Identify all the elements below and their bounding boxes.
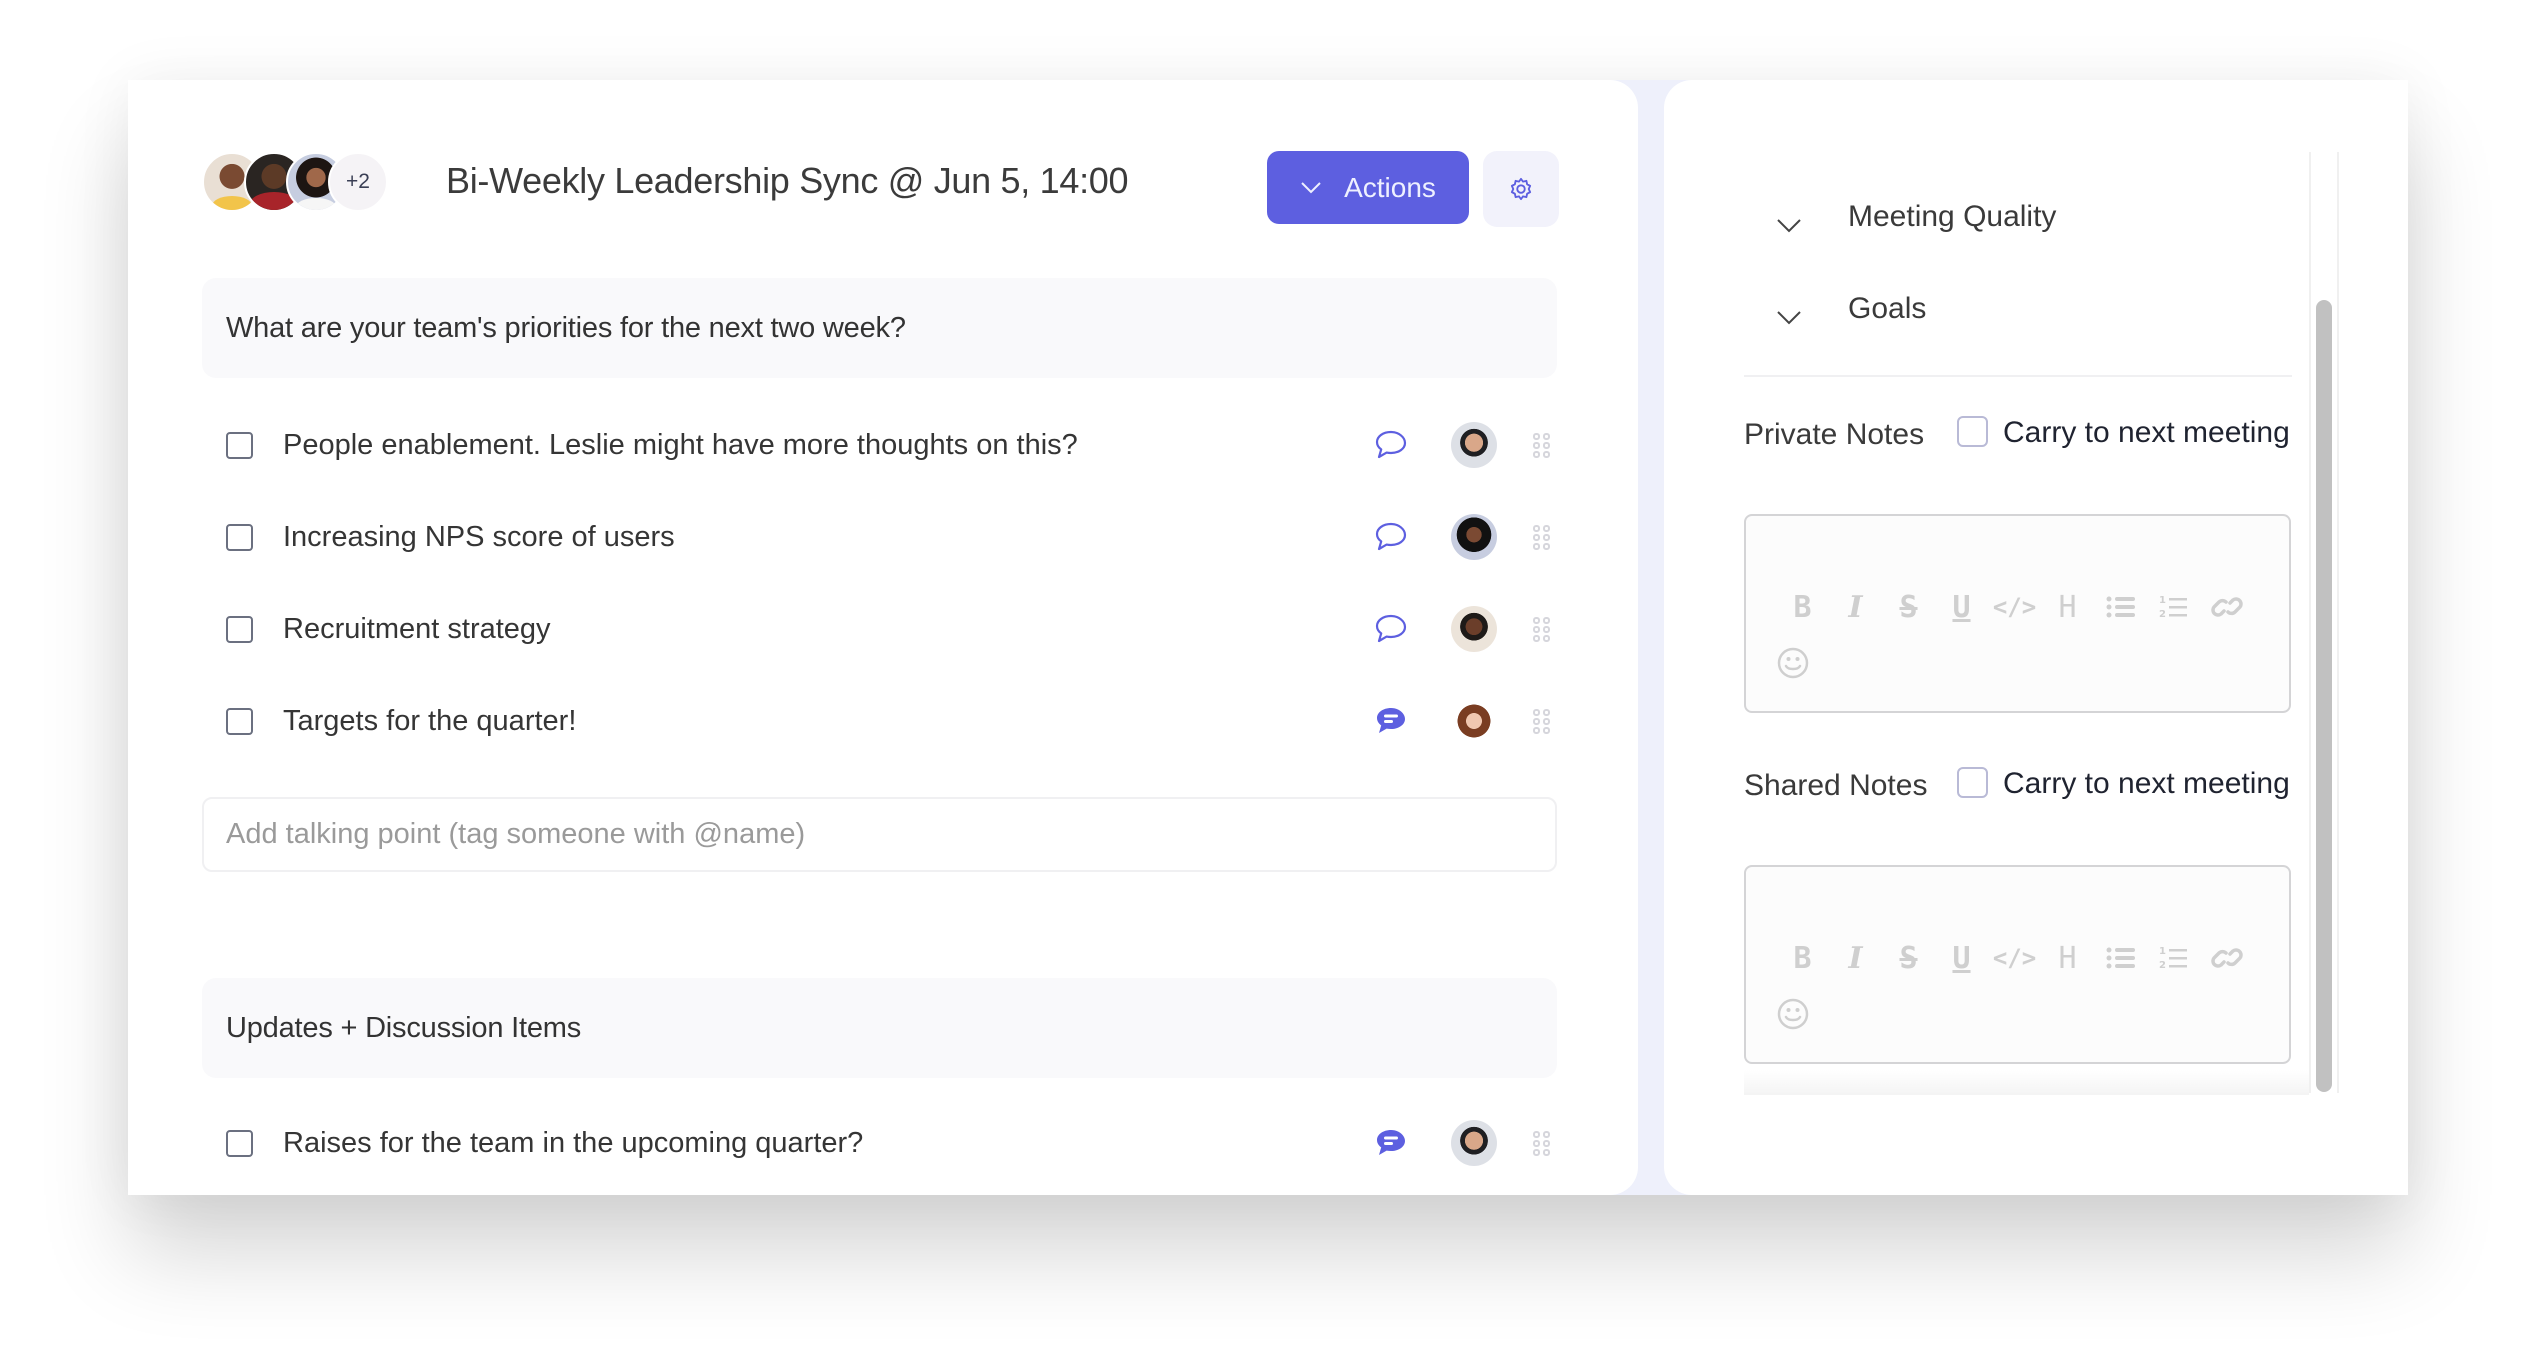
talking-point-checkbox[interactable] — [226, 707, 253, 735]
heading-icon[interactable]: H — [2041, 590, 2094, 625]
underline-icon[interactable]: U — [1935, 941, 1988, 976]
shared-carry-checkbox[interactable] — [1957, 767, 1988, 798]
assignee-avatar[interactable] — [1451, 422, 1497, 468]
collapsible-meeting-quality[interactable]: Meeting Quality — [1776, 200, 2056, 234]
talking-point-checkbox[interactable] — [226, 615, 253, 643]
talking-point-row[interactable]: Increasing NPS score of users — [202, 507, 1557, 567]
bold-icon[interactable]: B — [1776, 941, 1829, 976]
chevron-down-icon — [1777, 219, 1801, 233]
comment-outline-icon[interactable] — [1374, 613, 1408, 645]
drag-handle-icon[interactable] — [1532, 1130, 1552, 1158]
emoji-icon[interactable] — [1776, 646, 1810, 680]
talking-point-row[interactable]: Recruitment strategy — [202, 599, 1557, 659]
bullet-list-icon[interactable] — [2094, 941, 2147, 975]
talking-point-row[interactable]: People enablement. Leslie might have mor… — [202, 415, 1557, 475]
ordered-list-icon[interactable]: 12 — [2147, 590, 2200, 624]
shared-carry-label[interactable]: Carry to next meeting — [2003, 767, 2290, 801]
private-notes-editor[interactable]: B I S U </> H 12 — [1744, 514, 2291, 713]
chevron-down-icon — [1777, 311, 1801, 325]
drag-handle-icon[interactable] — [1532, 524, 1552, 552]
assignee-avatar[interactable] — [1451, 1120, 1497, 1166]
gear-icon — [1510, 177, 1532, 201]
italic-icon[interactable]: I — [1829, 590, 1882, 625]
settings-button[interactable] — [1483, 151, 1559, 227]
collapsible-goals[interactable]: Goals — [1776, 292, 1926, 326]
section-header: What are your team's priorities for the … — [202, 278, 1557, 378]
emoji-icon[interactable] — [1776, 997, 1810, 1031]
editor-toolbar: B I S U </> H 12 — [1776, 590, 2253, 625]
drag-handle-icon[interactable] — [1532, 708, 1552, 736]
code-icon[interactable]: </> — [1988, 941, 2041, 975]
svg-text:1: 1 — [2159, 595, 2166, 606]
collapsible-label: Goals — [1848, 292, 1927, 325]
talking-point-text[interactable]: Targets for the quarter! — [283, 705, 1557, 738]
strikethrough-icon[interactable]: S — [1882, 590, 1935, 625]
link-icon[interactable] — [2200, 941, 2253, 975]
section-divider — [1744, 375, 2292, 377]
talking-point-text[interactable]: Increasing NPS score of users — [283, 521, 1557, 554]
svg-text:2: 2 — [2159, 960, 2166, 971]
comment-filled-icon[interactable] — [1374, 1127, 1408, 1159]
shared-notes-label: Shared Notes — [1744, 769, 1928, 802]
bold-icon[interactable]: B — [1776, 590, 1829, 625]
drag-handle-icon[interactable] — [1532, 432, 1552, 460]
meeting-title: Bi-Weekly Leadership Sync @ Jun 5, 14:00 — [446, 160, 1129, 201]
chevron-down-icon — [1301, 181, 1321, 193]
comment-outline-icon[interactable] — [1374, 429, 1408, 461]
talking-point-row[interactable]: Raises for the team in the upcoming quar… — [202, 1113, 1557, 1173]
scrollbar-thumb[interactable] — [2316, 300, 2332, 1092]
comment-outline-icon[interactable] — [1374, 521, 1408, 553]
actions-label: Actions — [1344, 171, 1436, 203]
talking-point-text[interactable]: Recruitment strategy — [283, 613, 1557, 646]
panel-divider[interactable] — [1638, 80, 1664, 1195]
add-talking-point-input[interactable]: Add talking point (tag someone with @nam… — [202, 797, 1557, 872]
bullet-list-icon[interactable] — [2094, 590, 2147, 624]
scroll-fade — [1744, 1070, 2309, 1095]
drag-handle-icon[interactable] — [1532, 616, 1552, 644]
italic-icon[interactable]: I — [1829, 941, 1882, 976]
talking-point-text[interactable]: Raises for the team in the upcoming quar… — [283, 1127, 1557, 1160]
talking-point-checkbox[interactable] — [226, 1129, 253, 1157]
strikethrough-icon[interactable]: S — [1882, 941, 1935, 976]
attendees-stack[interactable]: +2 — [202, 152, 388, 212]
editor-toolbar: B I S U </> H 12 — [1776, 941, 2253, 976]
talking-point-text[interactable]: People enablement. Leslie might have mor… — [283, 429, 1557, 462]
assignee-avatar[interactable] — [1451, 514, 1497, 560]
talking-point-row[interactable]: Targets for the quarter! — [202, 691, 1557, 751]
collapsible-label: Meeting Quality — [1848, 200, 2057, 233]
private-notes-label: Private Notes — [1744, 418, 1925, 451]
svg-text:2: 2 — [2159, 609, 2166, 620]
more-attendees-badge[interactable]: +2 — [328, 152, 388, 212]
talking-point-checkbox[interactable] — [226, 431, 253, 459]
shared-notes-editor[interactable]: B I S U </> H 12 — [1744, 865, 2291, 1064]
actions-button[interactable]: Actions — [1267, 151, 1469, 224]
comment-filled-icon[interactable] — [1374, 705, 1408, 737]
link-icon[interactable] — [2200, 590, 2253, 624]
talking-point-checkbox[interactable] — [226, 523, 253, 551]
assignee-avatar[interactable] — [1451, 698, 1497, 744]
section-header: Updates + Discussion Items — [202, 978, 1557, 1078]
private-carry-checkbox[interactable] — [1957, 416, 1988, 447]
code-icon[interactable]: </> — [1988, 590, 2041, 624]
svg-text:1: 1 — [2159, 946, 2166, 957]
heading-icon[interactable]: H — [2041, 941, 2094, 976]
underline-icon[interactable]: U — [1935, 590, 1988, 625]
private-carry-label[interactable]: Carry to next meeting — [2003, 416, 2290, 450]
ordered-list-icon[interactable]: 12 — [2147, 941, 2200, 975]
assignee-avatar[interactable] — [1451, 606, 1497, 652]
